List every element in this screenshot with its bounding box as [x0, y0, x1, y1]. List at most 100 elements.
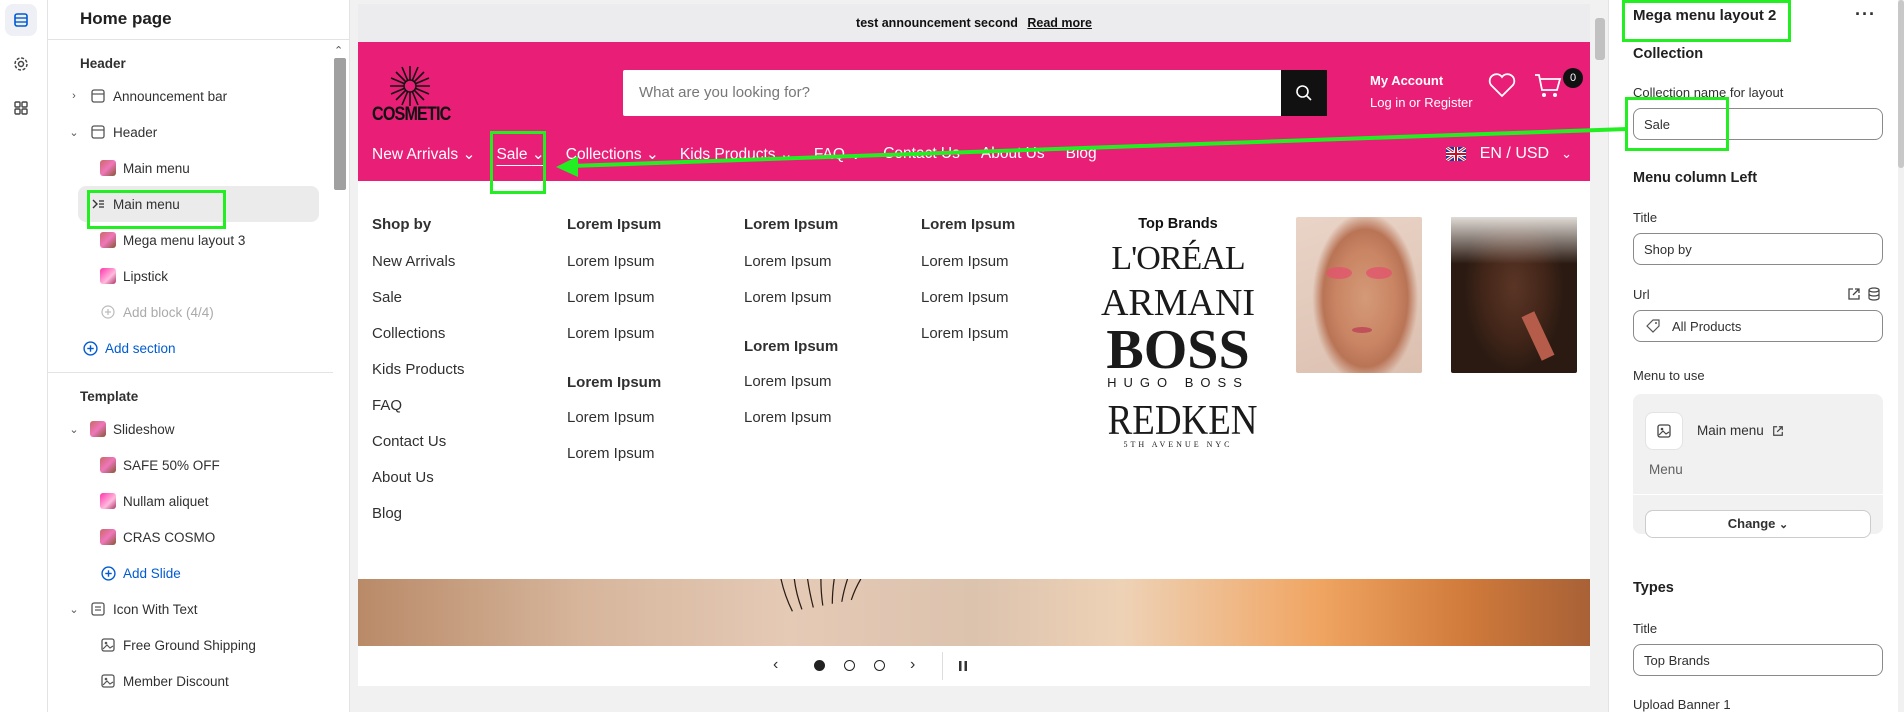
- slide-dot[interactable]: [874, 660, 885, 671]
- sidebar-item-slide[interactable]: CRAS COSMO: [48, 519, 349, 555]
- chevron-left-icon[interactable]: ‹: [773, 656, 778, 674]
- more-options-icon[interactable]: ···: [1855, 4, 1876, 25]
- slide-dot-active[interactable]: [814, 660, 825, 671]
- mega-link[interactable]: Lorem Ipsum: [567, 244, 661, 280]
- sidebar-scrollbar[interactable]: [334, 58, 346, 190]
- model-photo-2[interactable]: [1451, 217, 1577, 373]
- chevron-down-icon[interactable]: ⌄: [68, 423, 80, 436]
- sidebar-item-main-menu[interactable]: Main menu: [48, 150, 349, 186]
- announcement-link[interactable]: Read more: [1027, 16, 1092, 30]
- column-heading: Lorem Ipsum: [744, 216, 839, 233]
- search-button[interactable]: [1281, 70, 1327, 116]
- sidebar-item-lipstick[interactable]: Lipstick: [48, 258, 349, 294]
- mega-link[interactable]: Lorem Ipsum: [567, 280, 661, 316]
- add-block-button[interactable]: Add block (4/4): [48, 294, 349, 330]
- add-section-button[interactable]: Add section: [48, 330, 349, 366]
- nav-item-about-us[interactable]: About Us: [981, 145, 1045, 164]
- nav-label: Collections: [565, 146, 642, 163]
- slide-dot[interactable]: [844, 660, 855, 671]
- mega-link[interactable]: New Arrivals: [372, 244, 465, 280]
- url-input[interactable]: All Products: [1633, 310, 1883, 342]
- mega-link[interactable]: FAQ: [372, 388, 465, 424]
- column-heading: Lorem Ipsum: [744, 338, 839, 355]
- search-icon: [1296, 85, 1312, 101]
- apps-icon[interactable]: [5, 92, 37, 124]
- account-sub[interactable]: Log in or Register: [1370, 95, 1473, 110]
- title-input[interactable]: Shop by: [1633, 233, 1883, 265]
- nav-item-sale[interactable]: Sale ⌄: [496, 145, 544, 164]
- chevron-right-icon[interactable]: ›: [910, 656, 915, 674]
- boss-logo[interactable]: BOSS: [1098, 322, 1258, 378]
- mega-link[interactable]: Lorem Ipsum: [921, 280, 1015, 316]
- sidebar-item-label: Lipstick: [123, 268, 169, 284]
- external-link-icon[interactable]: [1847, 287, 1861, 301]
- sidebar-item-icon-with-text[interactable]: ⌄ Icon With Text: [48, 591, 349, 627]
- settings-icon[interactable]: [5, 48, 37, 80]
- nav-item-blog[interactable]: Blog: [1066, 145, 1097, 164]
- sidebar-item-label: Announcement bar: [113, 88, 228, 104]
- nav-item-faq[interactable]: FAQ ⌄: [814, 145, 862, 164]
- title-2-input[interactable]: Top Brands: [1633, 644, 1883, 676]
- pause-icon[interactable]: [958, 660, 968, 672]
- mega-link[interactable]: Sale: [372, 280, 465, 316]
- mega-link[interactable]: Lorem Ipsum: [567, 436, 661, 472]
- mega-link[interactable]: Collections: [372, 316, 465, 352]
- sidebar-item-label: Header: [113, 124, 158, 140]
- redken-logo[interactable]: REDKEN: [1108, 400, 1258, 442]
- locale-selector[interactable]: EN / USD ⌄: [1445, 145, 1572, 163]
- mega-link[interactable]: Contact Us: [372, 424, 465, 460]
- mega-link[interactable]: Lorem Ipsum: [744, 280, 838, 316]
- sidebar-item-label: CRAS COSMO: [123, 529, 216, 545]
- menu-type: Menu: [1649, 462, 1683, 477]
- chevron-down-icon[interactable]: ⌄: [68, 603, 80, 616]
- sidebar-item-icon-block[interactable]: Free Ground Shipping: [48, 627, 349, 663]
- mega-link[interactable]: Lorem Ipsum: [744, 244, 838, 280]
- chevron-down-icon: ⌄: [1561, 146, 1572, 161]
- mega-link[interactable]: Lorem Ipsum: [567, 400, 661, 436]
- chevron-right-icon[interactable]: ›: [68, 90, 80, 102]
- nav-item-kids-products[interactable]: Kids Products ⌄: [680, 145, 793, 164]
- hero-banner-image[interactable]: [358, 579, 1590, 646]
- nav-item-contact-us[interactable]: Contact Us: [883, 145, 960, 164]
- panel-scrollbar[interactable]: [1898, 0, 1904, 712]
- sidebar-item-slide[interactable]: SAFE 50% OFF: [48, 447, 349, 483]
- wishlist-heart-icon[interactable]: [1488, 72, 1516, 98]
- sidebar-scroll-up-icon[interactable]: ⌃: [334, 44, 343, 57]
- mega-link[interactable]: Lorem Ipsum: [567, 316, 661, 352]
- sidebar-item-slideshow[interactable]: ⌄ Slideshow: [48, 411, 349, 447]
- mega-link[interactable]: Lorem Ipsum: [744, 400, 838, 436]
- mega-link[interactable]: Kids Products: [372, 352, 465, 388]
- nav-item-collections[interactable]: Collections ⌄: [566, 145, 659, 164]
- model-photo-1[interactable]: [1296, 217, 1422, 373]
- sidebar-item-icon-block[interactable]: Member Discount: [48, 663, 349, 699]
- store-logo[interactable]: COSMETIC: [372, 64, 451, 126]
- cart-icon[interactable]: [1533, 72, 1563, 100]
- collection-name-input[interactable]: Sale: [1633, 108, 1883, 140]
- mega-link[interactable]: Lorem Ipsum: [921, 244, 1015, 280]
- sidebar-item-header[interactable]: ⌄ Header: [48, 114, 349, 150]
- preview-scrollbar[interactable]: [1593, 0, 1608, 712]
- account-link[interactable]: My Account Log in or Register: [1370, 70, 1473, 114]
- mega-link[interactable]: Lorem Ipsum: [921, 316, 1015, 352]
- sidebar-item-main-menu-selected[interactable]: Main menu: [78, 186, 319, 222]
- mega-link[interactable]: Blog: [372, 496, 465, 532]
- mega-link[interactable]: Lorem Ipsum: [744, 364, 838, 400]
- drag-handle-icon[interactable]: [90, 196, 106, 212]
- menu-name-link[interactable]: Main menu: [1697, 423, 1784, 438]
- search-bar[interactable]: What are you looking for?: [623, 70, 1327, 116]
- database-icon[interactable]: [1867, 287, 1881, 301]
- mega-link[interactable]: About Us: [372, 460, 465, 496]
- add-slide-button[interactable]: Add Slide: [48, 555, 349, 591]
- sidebar-item-slide[interactable]: Nullam aliquet: [48, 483, 349, 519]
- block-thumbnail-icon: [100, 232, 116, 248]
- change-menu-button[interactable]: Change ⌄: [1645, 510, 1871, 538]
- armani-logo[interactable]: ARMANI: [1098, 284, 1258, 322]
- layout-icon[interactable]: [5, 4, 37, 36]
- nav-label: Sale: [496, 146, 528, 163]
- sidebar-item-mega-menu-layout-3[interactable]: Mega menu layout 3: [48, 222, 349, 258]
- nav-label: Kids Products: [679, 146, 776, 163]
- chevron-down-icon[interactable]: ⌄: [68, 126, 80, 139]
- sidebar-item-announcement-bar[interactable]: › Announcement bar: [48, 78, 349, 114]
- loreal-logo[interactable]: L'ORÉAL: [1098, 242, 1258, 276]
- nav-item-new-arrivals[interactable]: New Arrivals ⌄: [372, 145, 475, 164]
